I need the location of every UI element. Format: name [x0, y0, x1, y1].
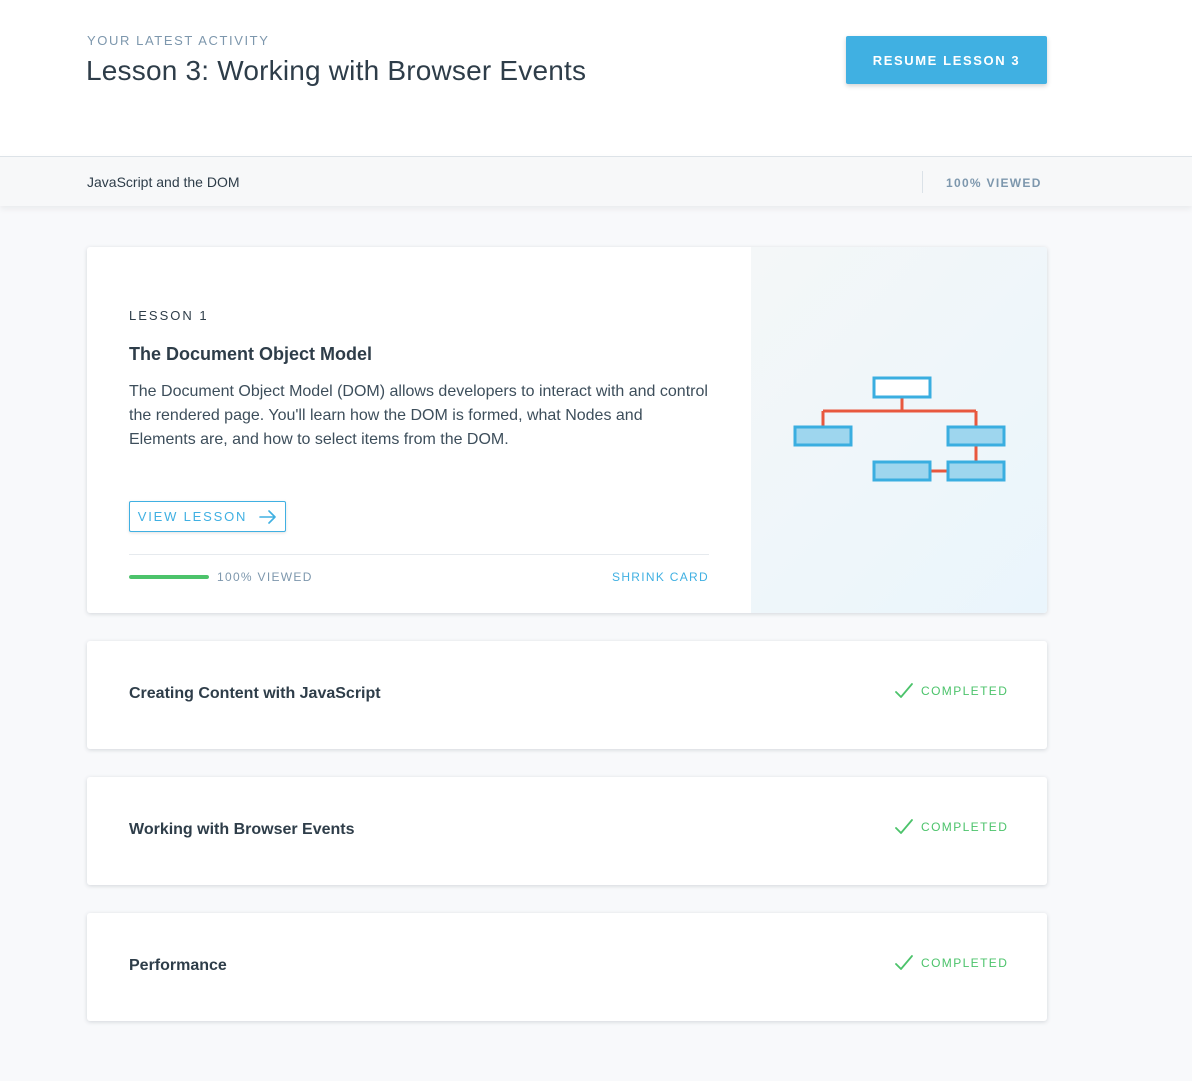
latest-activity-label: YOUR LATEST ACTIVITY: [87, 33, 270, 48]
lesson-description: The Document Object Model (DOM) allows d…: [129, 383, 708, 448]
shrink-card-link[interactable]: SHRINK CARD: [597, 570, 709, 584]
resume-lesson-button[interactable]: RESUME LESSON 3: [846, 36, 1047, 84]
course-progress-label: 100% VIEWED: [946, 176, 1042, 190]
check-icon: [895, 819, 913, 834]
completed-status: COMPLETED: [895, 955, 1008, 971]
latest-lesson-title: Lesson 3: Working with Browser Events: [86, 55, 587, 86]
lesson-progress-fill: [129, 575, 209, 579]
lesson-progress-label: 100% VIEWED: [217, 570, 313, 584]
lesson-title: Performance: [129, 957, 227, 974]
check-icon: [895, 683, 913, 698]
course-title: JavaScript and the DOM: [87, 174, 240, 190]
check-icon: [895, 955, 913, 970]
status-text: COMPLETED: [921, 956, 1009, 970]
lesson-card[interactable]: Performance COMPLETED: [87, 913, 1047, 1021]
course-bar-divider: [922, 171, 923, 193]
view-lesson-button[interactable]: VIEW LESSON: [129, 501, 286, 532]
card-divider: [129, 554, 709, 555]
status-text: COMPLETED: [921, 684, 1009, 698]
lesson-title: The Document Object Model: [129, 344, 373, 364]
lesson-card-expanded: LESSON 1 The Document Object Model The D…: [87, 247, 1047, 613]
completed-status: COMPLETED: [895, 819, 1008, 835]
completed-status: COMPLETED: [895, 683, 1008, 699]
course-bar: JavaScript and the DOM 100% VIEWED: [0, 156, 1192, 206]
lesson-progress-bar: [129, 575, 209, 579]
lesson-card-body: LESSON 1 The Document Object Model The D…: [87, 247, 751, 613]
dom-tree-illustration: [793, 376, 1006, 482]
lesson-number: LESSON 1: [129, 308, 209, 323]
lesson-illustration-panel: [751, 247, 1047, 613]
view-lesson-label: VIEW LESSON: [137, 509, 248, 524]
lesson-title: Creating Content with JavaScript: [129, 685, 381, 702]
arrow-right-icon: [259, 509, 276, 524]
lesson-title: Working with Browser Events: [129, 821, 355, 838]
status-text: COMPLETED: [921, 820, 1009, 834]
lesson-card[interactable]: Creating Content with JavaScript COMPLET…: [87, 641, 1047, 749]
activity-header: YOUR LATEST ACTIVITY Lesson 3: Working w…: [0, 0, 1192, 157]
lesson-card[interactable]: Working with Browser Events COMPLETED: [87, 777, 1047, 885]
